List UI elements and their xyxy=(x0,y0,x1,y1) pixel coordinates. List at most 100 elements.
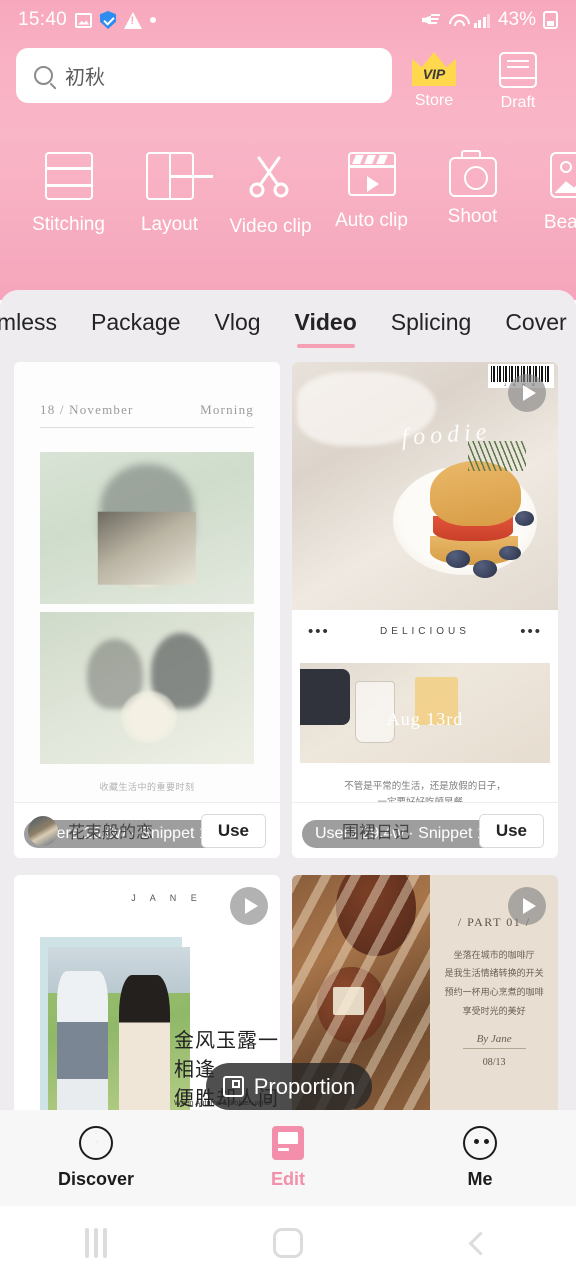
face-icon xyxy=(463,1126,497,1160)
photo-icon xyxy=(75,12,93,28)
preview-body-line1: 不管是平常的生活，还是放假的日子， xyxy=(344,781,506,792)
nav-item-discover[interactable]: Discover xyxy=(0,1126,192,1190)
system-nav-bar[interactable] xyxy=(0,1206,576,1280)
nav-label: Me xyxy=(467,1169,493,1189)
use-button[interactable]: Use xyxy=(200,813,266,848)
preview-body: 不管是平常的生活，还是放假的日子， 一定要好好吃顿早餐。 xyxy=(292,779,558,802)
mute-icon xyxy=(422,12,441,29)
tool-video-clip[interactable]: Video clip xyxy=(220,152,321,262)
preview-time-of-day: Morning xyxy=(200,402,254,417)
right-dots-icon: ••• xyxy=(520,623,542,640)
preview-date: 18 / November xyxy=(40,402,134,417)
left-dots-icon: ••• xyxy=(308,623,330,640)
preview-signature: By Jane xyxy=(462,1033,526,1050)
content-panel: Seamless Package Vlog Video Splicing Cov… xyxy=(0,290,576,1135)
tool-label: Layout xyxy=(140,214,199,235)
template-name: 花束般的恋 xyxy=(68,823,153,842)
category-tabs[interactable]: Seamless Package Vlog Video Splicing Cov… xyxy=(0,290,576,358)
tool-layout[interactable]: Layout xyxy=(119,152,220,262)
wifi-icon xyxy=(448,12,467,28)
edit-canvas-icon xyxy=(272,1126,304,1160)
nav-item-edit[interactable]: Edit xyxy=(192,1126,384,1190)
draft-button[interactable]: Draft xyxy=(476,48,560,112)
photo-edit-icon xyxy=(549,152,576,198)
preview-photo-2 xyxy=(40,612,254,764)
body-line-2: 是我生活情绪转换的开关 xyxy=(444,968,544,979)
search-value: 初秋 xyxy=(65,67,105,89)
store-label: Store xyxy=(414,92,454,109)
preview-photo-overlay: Aug 13rd xyxy=(386,709,464,729)
store-button[interactable]: VIP Store xyxy=(392,48,476,110)
preview-photo xyxy=(48,946,190,1125)
bottom-nav[interactable]: Discover Edit Me xyxy=(0,1110,576,1206)
proportion-icon xyxy=(222,1076,244,1097)
battery-percent: 43% xyxy=(497,9,536,30)
tab-cover[interactable]: Cover xyxy=(505,309,566,340)
preview-body: 坐落在城市的咖啡厅 是我生活情绪转换的开关 预约一杯用心烹煮的咖啡 享受时光的美… xyxy=(440,946,548,1022)
tab-vlog[interactable]: Vlog xyxy=(215,309,261,340)
template-grid: 18 / November Morning 收藏生活中的重要时刻 Users 1… xyxy=(0,362,576,1135)
preview-date: 08/13 xyxy=(482,1057,506,1069)
tab-package[interactable]: Package xyxy=(91,309,181,340)
draft-tray-icon xyxy=(498,52,538,88)
tool-stitching[interactable]: Stitching xyxy=(18,152,119,262)
nav-item-me[interactable]: Me xyxy=(384,1126,576,1190)
back-button[interactable] xyxy=(384,1230,576,1256)
tool-shoot[interactable]: Shoot xyxy=(422,150,523,262)
vip-badge-label: VIP xyxy=(422,66,446,82)
tool-label: Shoot xyxy=(447,206,498,227)
signal-icon xyxy=(473,12,491,28)
template-name: 围裙日记 xyxy=(342,823,410,842)
avatar xyxy=(28,815,58,846)
use-button[interactable]: Use xyxy=(478,813,544,848)
dot-icon xyxy=(150,17,157,23)
nav-label: Edit xyxy=(271,1169,305,1189)
tool-label: Stitching xyxy=(32,214,105,235)
body-line-1: 坐落在城市的咖啡厅 xyxy=(453,949,535,960)
status-bar-left: 15:40 xyxy=(18,9,157,31)
play-icon[interactable] xyxy=(230,886,268,925)
warning-icon xyxy=(124,11,143,29)
proportion-toast[interactable]: Proportion xyxy=(206,1063,372,1110)
template-preview[interactable]: 18 / November Morning 收藏生活中的重要时刻 xyxy=(14,362,280,802)
status-bar: 15:40 43% xyxy=(0,0,576,40)
search-input[interactable]: 初秋 xyxy=(16,48,392,103)
shield-icon xyxy=(100,11,117,29)
tool-auto-clip[interactable]: Auto clip xyxy=(321,152,422,262)
layout-grid-icon xyxy=(145,152,213,200)
tool-label: Beauty xyxy=(543,212,576,233)
tab-splicing[interactable]: Splicing xyxy=(391,309,472,340)
app-root: 15:40 43% 初秋 VIP xyxy=(0,0,576,1280)
preview-photo-inner: Aug 13rd xyxy=(300,663,550,763)
tab-seamless[interactable]: Seamless xyxy=(0,309,57,340)
tool-label: Auto clip xyxy=(335,210,408,231)
tab-video[interactable]: Video xyxy=(295,309,357,348)
preview-section-title: DELICIOUS xyxy=(380,626,470,637)
tool-label: Video clip xyxy=(229,216,312,237)
home-button[interactable] xyxy=(192,1228,384,1258)
template-card[interactable]: foodie J A N E ••• DELICIOUS ••• xyxy=(292,362,558,858)
home-icon xyxy=(273,1228,303,1258)
template-preview[interactable]: foodie J A N E ••• DELICIOUS ••• xyxy=(292,362,558,802)
tools-row[interactable]: Stitching Layout Video clip Auto clip Sh… xyxy=(0,150,576,262)
preview-dateline: 18 / November Morning xyxy=(40,402,254,428)
tool-beauty[interactable]: Beauty xyxy=(523,152,576,262)
recents-icon xyxy=(85,1228,107,1258)
template-card[interactable]: 18 / November Morning 收藏生活中的重要时刻 Users 1… xyxy=(14,362,280,858)
scissors-icon xyxy=(245,152,297,202)
draft-label: Draft xyxy=(500,94,536,111)
clapperboard-icon xyxy=(347,152,396,196)
compass-icon xyxy=(79,1126,113,1160)
play-icon[interactable] xyxy=(508,886,546,925)
preview-mid: ••• DELICIOUS ••• xyxy=(292,610,558,639)
status-time: 15:40 xyxy=(18,9,68,30)
play-icon[interactable] xyxy=(508,374,546,412)
toast-label: Proportion xyxy=(253,1073,356,1099)
search-icon xyxy=(34,66,53,85)
body-line-3: 预约一杯用心烹煮的咖啡 xyxy=(444,987,544,998)
stitching-icon xyxy=(44,152,93,200)
recents-button[interactable] xyxy=(0,1228,192,1258)
app-header: 15:40 43% 初秋 VIP xyxy=(0,0,576,300)
vip-crown-icon: VIP xyxy=(412,52,456,86)
preview-body-line2: 一定要好好吃顿早餐。 xyxy=(292,795,558,802)
